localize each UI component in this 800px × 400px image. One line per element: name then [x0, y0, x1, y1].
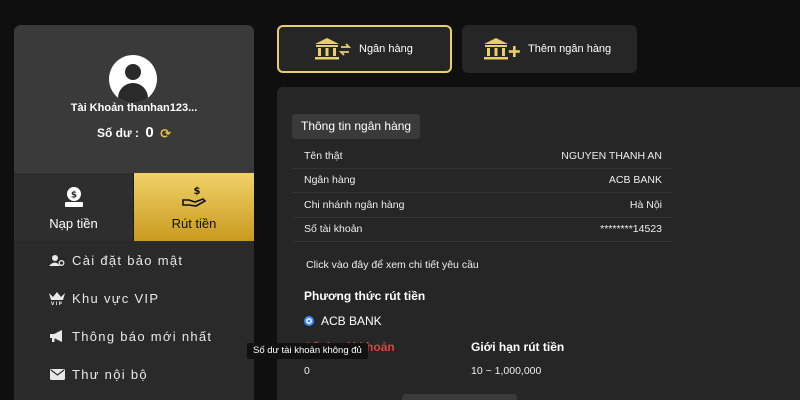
row-key: Chi nhánh ngân hàng [304, 198, 405, 211]
svg-text:$: $ [194, 186, 201, 197]
row-key: Số tài khoản [304, 223, 363, 236]
menu-item-label: Thư nội bộ [72, 366, 148, 382]
tab-add-bank[interactable]: Thêm ngân hàng [462, 25, 637, 73]
row-value: ACB BANK [608, 174, 662, 187]
bank-transfer-icon [315, 38, 352, 60]
tab-bank[interactable]: Ngân hàng [277, 25, 452, 73]
menu-item-notifications[interactable]: Thông báo mới nhất [14, 317, 254, 355]
sidebar: Tài Khoản thanhan123... Số dư : 0 ⟳ $ Nạ… [14, 25, 254, 400]
section-title: Thông tin ngân hàng [292, 114, 421, 139]
svg-text:VIP: VIP [51, 301, 63, 305]
tab-label: Ngân hàng [359, 43, 413, 55]
hand-money-icon: $ [182, 186, 207, 207]
svg-text:$: $ [70, 190, 76, 200]
refresh-icon[interactable]: ⟳ [160, 126, 171, 142]
insufficient-balance-tooltip: Số dư tài khoản không đủ [247, 343, 368, 359]
user-gear-icon [48, 254, 66, 267]
avatar-icon [109, 55, 157, 103]
vip-crown-icon: VIP [48, 291, 66, 305]
details-link[interactable]: Click vào đây để xem chi tiết yêu cầu [306, 259, 479, 271]
menu-item-vip[interactable]: VIP Khu vực VIP [14, 279, 254, 317]
sidebar-menu: Cài đặt bảo mật VIP Khu vực VIP Thông bá… [14, 241, 254, 393]
row-value: Hà Nội [629, 198, 662, 211]
menu-item-label: Khu vực VIP [72, 290, 160, 306]
row-key: Tên thật [304, 149, 343, 162]
balance-value: 0 [145, 124, 154, 141]
row-value: ********14523 [600, 223, 662, 236]
wallet-actions: $ Nạp tiền $ Rút tiền [14, 173, 254, 241]
withdraw-button[interactable]: $ Rút tiền [134, 173, 254, 241]
deposit-button[interactable]: $ Nạp tiền [14, 173, 134, 241]
balance-row: Số dư : 0 ⟳ [14, 124, 254, 142]
limit-header: Giới hạn rút tiền [471, 340, 565, 354]
table-row: Chi nhánh ngân hàng Hà Nội [292, 193, 672, 218]
money-bag-icon: $ [64, 186, 83, 207]
withdraw-method-title: Phương thức rút tiền [304, 289, 426, 303]
menu-item-security[interactable]: Cài đặt bảo mật [14, 241, 254, 279]
megaphone-icon [48, 329, 66, 343]
amount-input-edge[interactable] [402, 394, 517, 400]
withdraw-limit: 10 ~ 1,000,000 [471, 365, 542, 377]
withdraw-label: Rút tiền [171, 215, 217, 231]
menu-item-inbox[interactable]: Thư nội bộ [14, 355, 254, 393]
bank-add-icon [484, 38, 520, 60]
bank-info-table: Tên thật NGUYEN THANH AN Ngân hàng ACB B… [292, 144, 672, 242]
account-name: Tài Khoản thanhan123... [70, 102, 198, 114]
row-key: Ngân hàng [304, 174, 356, 187]
row-value: NGUYEN THANH AN [561, 149, 662, 162]
table-row: Số tài khoản ********14523 [292, 218, 672, 242]
tab-label: Thêm ngân hàng [528, 43, 612, 55]
mail-icon [48, 368, 66, 380]
balance-amount: 0 [304, 365, 310, 377]
table-row: Ngân hàng ACB BANK [292, 169, 672, 193]
table-row: Tên thật NGUYEN THANH AN [292, 144, 672, 169]
radio-label: ACB BANK [321, 314, 382, 328]
withdraw-method-radio[interactable]: ACB BANK [304, 314, 382, 328]
deposit-label: Nạp tiền [49, 215, 98, 231]
profile-card: Tài Khoản thanhan123... Số dư : 0 ⟳ [14, 25, 254, 173]
balance-label: Số dư : [97, 126, 140, 140]
menu-item-label: Cài đặt bảo mật [72, 252, 184, 268]
menu-item-label: Thông báo mới nhất [72, 328, 213, 344]
radio-selected-icon[interactable] [304, 316, 314, 326]
